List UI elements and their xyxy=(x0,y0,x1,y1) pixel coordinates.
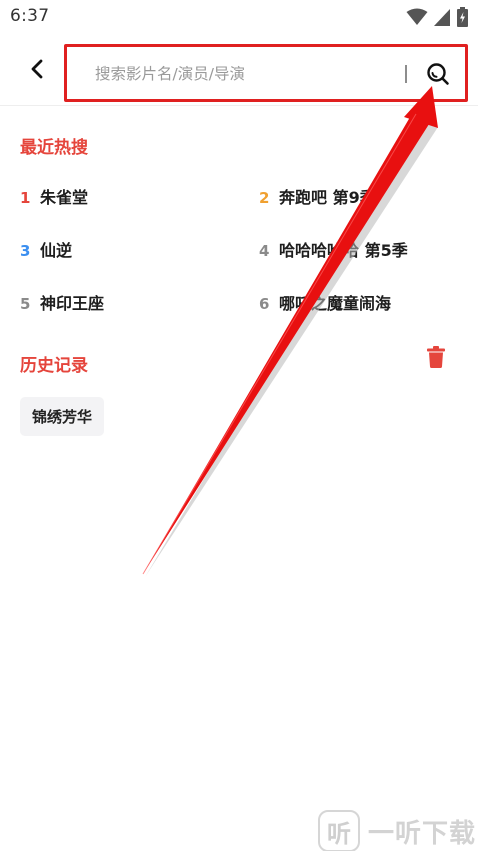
hot-search-item[interactable]: 6 哪吒之魔童闹海 xyxy=(259,290,391,314)
hot-search-name: 神印王座 xyxy=(40,294,105,313)
hot-search-name: 奔跑吧 第9季 xyxy=(279,188,376,207)
search-divider xyxy=(405,65,407,83)
hot-search-name: 朱雀堂 xyxy=(40,188,89,207)
hot-search-name: 仙逆 xyxy=(40,241,73,260)
back-button[interactable] xyxy=(24,56,50,82)
battery-icon xyxy=(457,7,468,27)
hot-search-rank: 3 xyxy=(20,242,31,260)
hot-search-title: 最近热搜 xyxy=(20,138,88,158)
hot-search-rank: 4 xyxy=(259,242,270,260)
history-chip[interactable]: 锦绣芳华 xyxy=(20,397,105,436)
hot-search-name: 哪吒之魔童闹海 xyxy=(279,294,392,313)
search-box xyxy=(64,44,468,102)
hot-search-rank: 1 xyxy=(20,189,31,207)
search-input[interactable] xyxy=(95,59,395,89)
watermark-text: 一听下载 xyxy=(368,818,477,849)
trash-icon xyxy=(427,346,445,368)
hot-search-rank: 6 xyxy=(259,295,270,313)
hot-search-rank: 2 xyxy=(259,189,270,207)
search-button[interactable] xyxy=(423,59,453,89)
hot-search-item[interactable]: 5 神印王座 xyxy=(20,290,104,314)
hot-search-item[interactable]: 4 哈哈哈哈哈 第5季 xyxy=(259,237,408,261)
status-time: 6:37 xyxy=(10,6,50,26)
back-arrow-icon xyxy=(31,59,43,79)
status-bar: 6:37 xyxy=(0,0,478,34)
history-title: 历史记录 xyxy=(20,356,88,376)
watermark: 听 一听下载 xyxy=(318,808,478,851)
watermark-logo: 听 xyxy=(318,810,360,851)
hot-search-name: 哈哈哈哈哈 第5季 xyxy=(279,241,408,260)
hot-search-item[interactable]: 3 仙逆 xyxy=(20,237,72,261)
search-icon xyxy=(427,63,449,85)
clear-history-button[interactable] xyxy=(426,346,446,368)
hot-search-item[interactable]: 2 奔跑吧 第9季 xyxy=(259,184,376,208)
hot-search-item[interactable]: 1 朱雀堂 xyxy=(20,184,88,208)
status-icons xyxy=(406,7,468,27)
signal-icon xyxy=(434,8,450,26)
search-header xyxy=(0,34,478,106)
wifi-icon xyxy=(406,8,428,25)
hot-search-rank: 5 xyxy=(20,295,31,313)
